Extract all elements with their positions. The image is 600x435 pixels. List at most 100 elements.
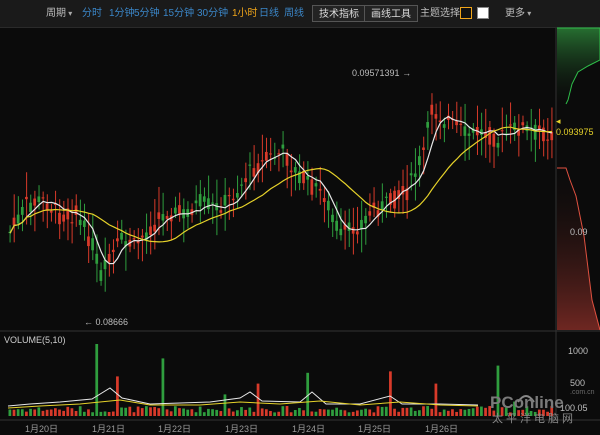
volume-bar <box>463 409 467 416</box>
volume-bar <box>29 408 32 416</box>
candle-body <box>339 228 343 236</box>
volume-bar <box>393 408 396 416</box>
candle-body <box>327 200 330 211</box>
candle-body <box>91 238 94 251</box>
watermark-subtext: 太平洋电脑网 <box>492 413 576 425</box>
volume-bar <box>45 409 49 416</box>
volume-bar <box>207 408 210 416</box>
candle-body <box>227 195 231 197</box>
candle-body <box>418 156 421 166</box>
candle-body <box>492 133 496 147</box>
candle-body <box>248 164 252 166</box>
candle-body <box>277 153 281 155</box>
volume-bar <box>413 410 417 416</box>
candle-body <box>194 200 198 204</box>
candle-body <box>20 206 24 215</box>
volume-bar <box>331 409 334 416</box>
volume-bar <box>223 394 227 416</box>
volume-bar <box>438 412 442 416</box>
candle-body <box>463 126 467 136</box>
volume-bar <box>480 406 483 416</box>
volume-bar <box>434 383 438 416</box>
volume-bar <box>91 412 94 416</box>
volume-bar <box>409 407 413 416</box>
candle-body <box>202 196 206 202</box>
volume-bar <box>37 407 41 416</box>
candle-body <box>364 215 367 224</box>
candle-body <box>310 179 314 195</box>
candle-body <box>264 151 268 161</box>
candle-body <box>231 198 235 201</box>
volume-bar <box>442 409 446 416</box>
volume-bar <box>41 410 45 416</box>
volume-bar <box>169 411 173 416</box>
volume-title: VOLUME(5,10) <box>4 335 66 345</box>
candle-body <box>533 124 537 140</box>
volume-bar <box>422 406 425 416</box>
volume-bar <box>264 409 268 416</box>
candle-body <box>459 123 463 125</box>
volume-bar <box>227 408 231 416</box>
candle-body <box>467 133 471 136</box>
volume-bar <box>244 409 248 416</box>
candle-body <box>355 231 359 235</box>
current-price-label: ◂ 0.093975 <box>556 116 594 137</box>
volume-bar <box>16 409 20 416</box>
candle-body <box>455 120 458 126</box>
ma-slow-line <box>9 126 552 243</box>
candle-body <box>409 173 413 176</box>
candle-body <box>360 219 363 230</box>
volume-bar <box>149 407 152 416</box>
volume-bar <box>322 409 326 416</box>
depth-bids <box>557 28 600 104</box>
candle-body <box>289 170 293 173</box>
volume-bar <box>273 412 276 416</box>
volume-bar <box>285 405 289 416</box>
volume-bar <box>397 411 401 416</box>
candle-body <box>244 178 248 183</box>
volume-bar <box>153 407 157 416</box>
volume-bar <box>401 407 405 416</box>
volume-bar <box>360 409 363 416</box>
volume-bar <box>467 408 471 416</box>
volume-bar <box>459 409 463 416</box>
volume-bar <box>260 408 264 416</box>
candle-body <box>422 147 425 150</box>
volume-bar <box>405 407 409 416</box>
volume-bar <box>219 411 223 416</box>
candle-body <box>178 205 181 214</box>
candle-body <box>58 212 61 225</box>
candle-body <box>37 196 41 203</box>
volume-bar <box>124 407 128 416</box>
volume-bar <box>293 409 297 416</box>
candle-body <box>62 214 66 222</box>
volume-bar <box>256 383 260 416</box>
volume-ma-fast <box>7 387 479 407</box>
volume-bar <box>376 406 380 416</box>
candle-body <box>500 130 504 132</box>
candle-body <box>236 193 239 198</box>
volume-bar <box>355 410 359 416</box>
candle-body <box>293 167 297 173</box>
candle-body <box>380 201 384 211</box>
volume-bar <box>335 407 339 416</box>
volume-bar <box>20 409 24 416</box>
candle-body <box>223 194 227 206</box>
volume-bar <box>289 412 293 416</box>
candlestick-chart <box>0 27 600 421</box>
date-tick-label: 1月26日 <box>425 424 459 434</box>
candle-body <box>252 168 256 177</box>
volume-bar <box>54 408 57 416</box>
volume-bar <box>418 410 421 416</box>
candle-body <box>207 198 210 210</box>
candle-body <box>434 114 438 119</box>
candle-body <box>521 122 525 126</box>
candle-body <box>430 104 434 115</box>
volume-bar <box>182 408 185 416</box>
candle-body <box>120 232 123 240</box>
volume-bar <box>120 407 123 416</box>
candle-body <box>219 210 223 213</box>
volume-bar <box>310 411 314 416</box>
volume-bar <box>173 406 177 416</box>
volume-bar <box>351 411 355 416</box>
